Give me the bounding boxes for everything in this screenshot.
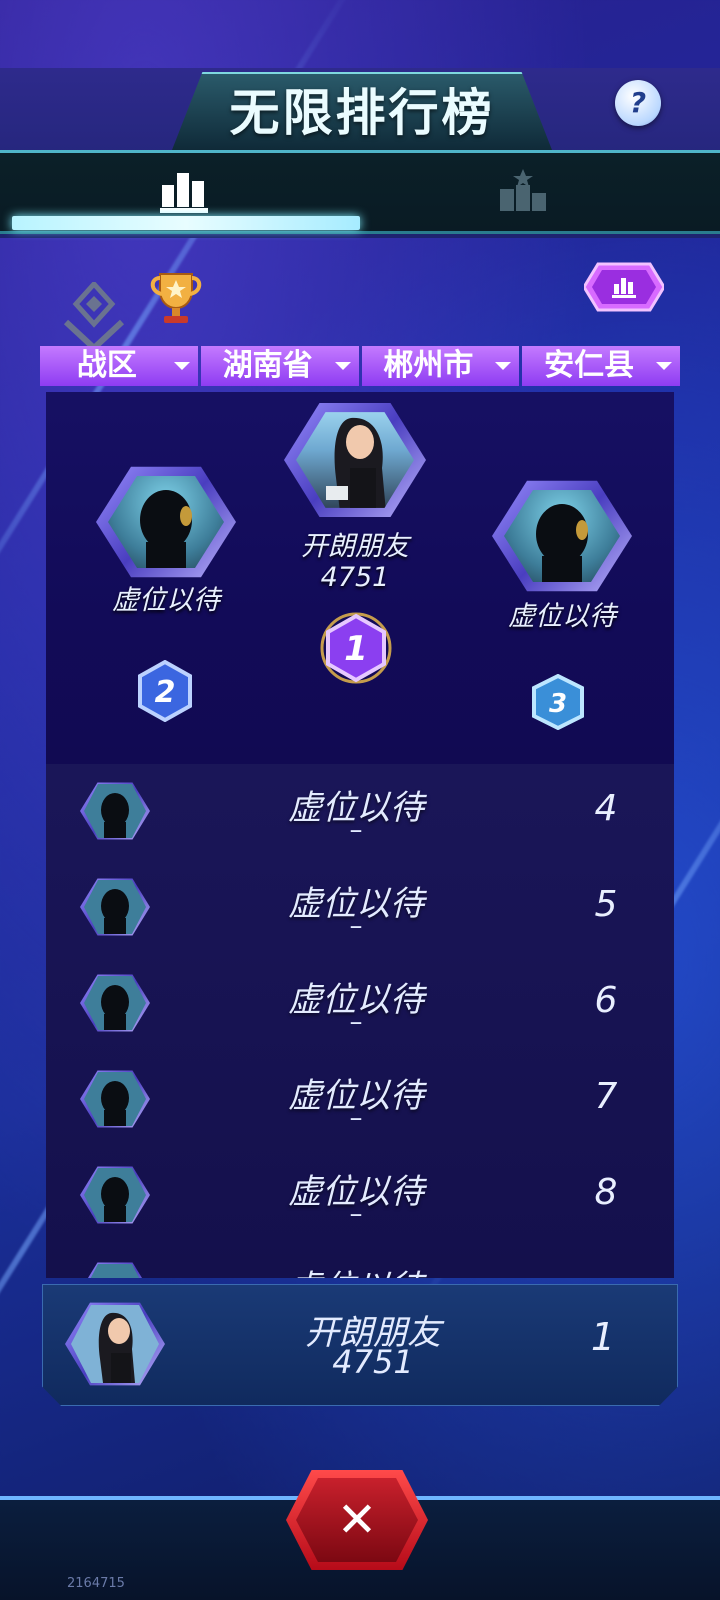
player-rank: 6 — [594, 980, 618, 1021]
trophy-icon — [150, 273, 202, 323]
medal-number: 3 — [549, 689, 567, 719]
rank-3-medal-icon: 3 — [532, 674, 584, 730]
medal-number: 2 — [155, 675, 176, 710]
page-title: 无限排行榜 — [229, 84, 495, 142]
podium-score-first: 4751 — [320, 562, 390, 593]
medal-number: 1 — [344, 629, 368, 669]
list-item[interactable]: 虚位以待 – 4 — [46, 764, 674, 860]
podium-stars-icon — [500, 169, 546, 211]
avatar — [80, 974, 150, 1032]
list-item[interactable]: 虚位以待 — [46, 1244, 674, 1278]
player-score: – — [349, 1007, 363, 1037]
player-rank: 7 — [594, 1076, 618, 1117]
player-rank: 4 — [594, 788, 618, 829]
filter-label: 安仁县 — [544, 348, 635, 383]
filter-county[interactable]: 安仁县 — [522, 346, 680, 386]
build-id: 2164715 — [67, 1576, 125, 1591]
top-three-podium: 虚位以待 2 开朗朋友 4751 1 虚位以待 3 — [46, 392, 674, 764]
podium-name-second: 虚位以待 — [112, 585, 220, 616]
rank-badge-icon — [63, 282, 125, 352]
player-name: 虚位以待 — [226, 1260, 486, 1278]
tab-podium[interactable] — [360, 153, 720, 231]
avatar — [80, 1166, 150, 1224]
rank-1-medal-icon: 1 — [320, 612, 392, 684]
filter-label: 战区 — [76, 348, 137, 383]
avatar — [65, 1302, 165, 1386]
avatar — [80, 1070, 150, 1128]
bar-chart-icon — [160, 173, 208, 213]
avatar — [80, 878, 150, 936]
character-portrait-icon — [71, 1305, 159, 1383]
player-rank: 5 — [594, 884, 618, 925]
player-score: – — [349, 1199, 363, 1229]
my-ranking-entry[interactable]: 开朗朋友 4751 1 — [42, 1284, 678, 1406]
chevron-down-icon — [656, 362, 672, 370]
filter-province[interactable]: 湖南省 — [200, 346, 359, 386]
close-button[interactable]: ✕ — [296, 1478, 418, 1562]
active-tab-indicator — [12, 216, 360, 230]
list-item[interactable]: 虚位以待 – 5 — [46, 860, 674, 956]
list-item[interactable]: 虚位以待 – 6 — [46, 956, 674, 1052]
rank-2-medal-icon: 2 — [138, 660, 192, 722]
filter-label: 郴州市 — [383, 348, 474, 383]
list-item[interactable]: 虚位以待 – 7 — [46, 1052, 674, 1148]
filter-city[interactable]: 郴州市 — [361, 346, 520, 386]
avatar — [80, 1262, 150, 1278]
chevron-down-icon — [173, 362, 190, 370]
filter-label: 湖南省 — [222, 348, 313, 383]
ranking-mode-button[interactable] — [582, 262, 666, 312]
player-score: – — [349, 1103, 363, 1133]
my-player-score: 4751 — [332, 1343, 414, 1381]
list-item[interactable]: 虚位以待 – 8 — [46, 1148, 674, 1244]
chevron-down-icon — [334, 362, 351, 370]
region-filter-bar: 战区 湖南省 郴州市 安仁县 — [40, 346, 680, 386]
podium-name-first: 开朗朋友 — [301, 531, 409, 562]
bar-chart-icon — [582, 262, 666, 312]
filter-war-zone[interactable]: 战区 — [40, 346, 198, 386]
ranking-list[interactable]: 虚位以待 – 4 虚位以待 – 5 虚位以待 – 6 虚位以待 – 7 虚位以待… — [46, 764, 674, 1278]
player-score: – — [349, 911, 363, 941]
chevron-down-icon — [495, 362, 512, 370]
player-score: – — [349, 815, 363, 845]
player-rank: 8 — [594, 1172, 618, 1213]
podium-name-third: 虚位以待 — [508, 601, 616, 632]
avatar — [80, 782, 150, 840]
help-button[interactable]: ? — [615, 80, 661, 126]
my-player-rank: 1 — [590, 1315, 616, 1359]
